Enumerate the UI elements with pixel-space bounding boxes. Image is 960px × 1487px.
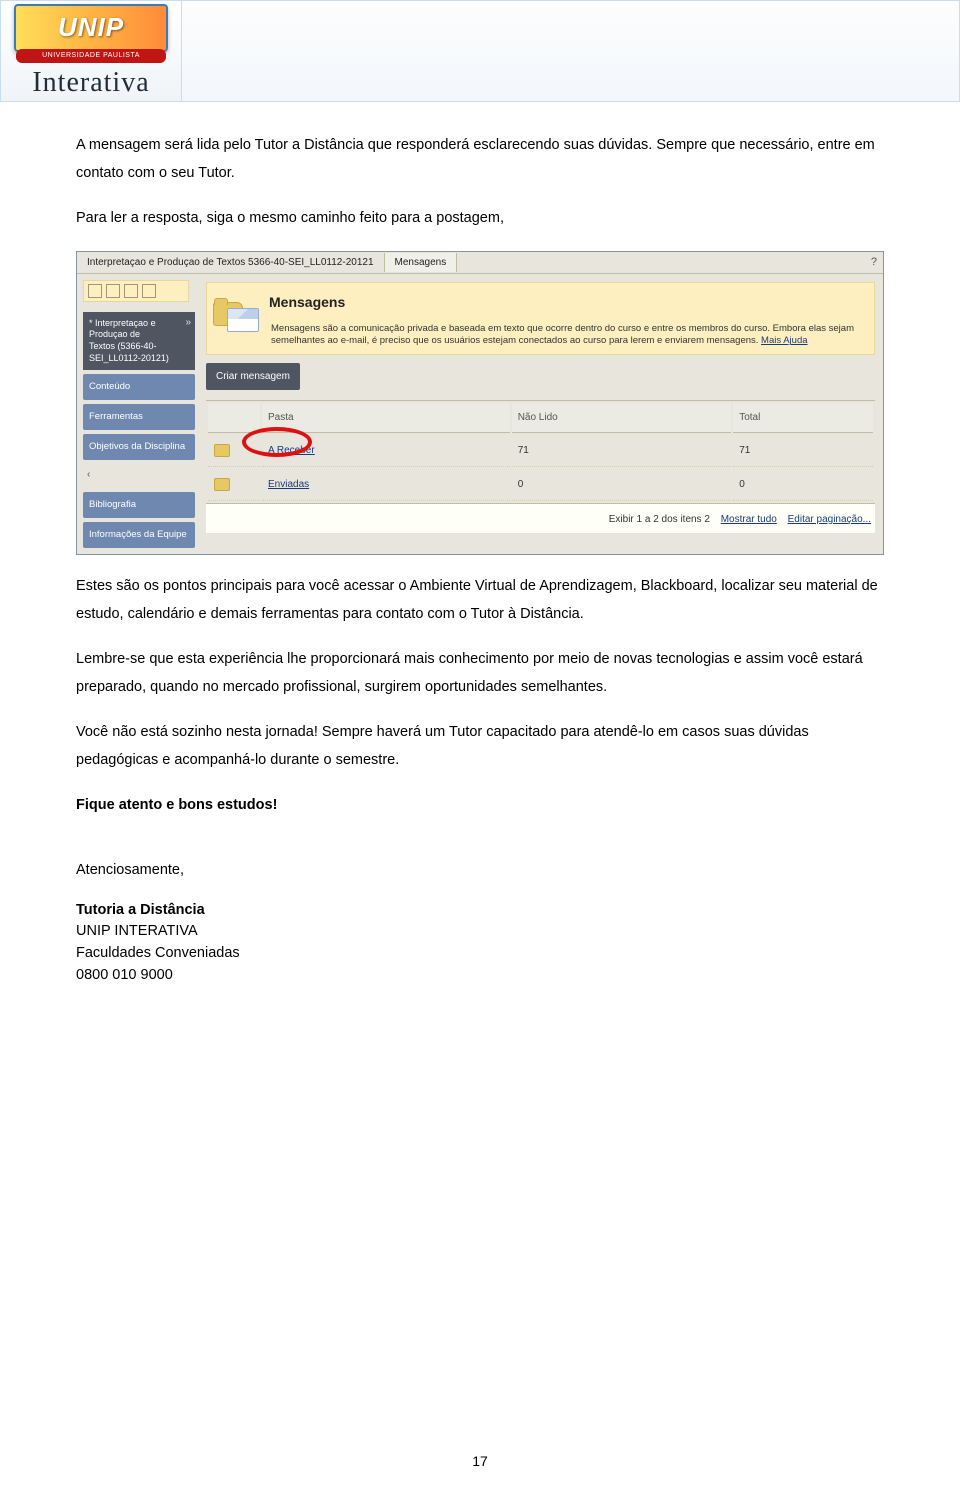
sidebar-icon-row[interactable]	[83, 280, 189, 302]
logo-plate: UNIP	[14, 4, 168, 52]
show-all-link[interactable]: Mostrar tudo	[721, 514, 777, 525]
logo-box: UNIP UNIVERSIDADE PAULISTA Interativa	[1, 1, 182, 101]
folder-icon	[214, 478, 230, 491]
signoff: Fique atento e bons estudos!	[76, 792, 884, 820]
sidebar-mini-icon	[88, 284, 102, 298]
sidebar-item-ferramentas[interactable]: Ferramentas	[83, 404, 195, 430]
body-paragraph-3: Estes são os pontos principais para você…	[76, 573, 884, 628]
table-row: Enviadas 0 0	[208, 469, 873, 501]
messages-header: Mensagens Mensagens são a comunicação pr…	[206, 282, 875, 355]
edit-pagination-link[interactable]: Editar paginação...	[788, 514, 871, 525]
sidebar-item-equipe[interactable]: Informações da Equipe	[83, 522, 195, 548]
breadcrumb-current: Mensagens	[385, 253, 458, 272]
signature-phone: 0800 010 9000	[76, 965, 884, 987]
intro-paragraph-2: Para ler a resposta, siga o mesmo caminh…	[76, 205, 884, 233]
sidebar-mini-icon	[142, 284, 156, 298]
breadcrumb-course[interactable]: Interpretaçao e Produçao de Textos 5366-…	[77, 253, 385, 272]
col-naolido[interactable]: Não Lido	[512, 403, 732, 433]
header-spacer	[182, 1, 959, 101]
signature-block: Atenciosamente, Tutoria a Distância UNIP…	[76, 860, 884, 987]
brand-name: Interativa	[32, 67, 149, 99]
table-header-row: Pasta Não Lido Total	[208, 403, 873, 433]
inbox-link[interactable]: A Receber	[268, 445, 315, 456]
create-message-button[interactable]: Criar mensagem	[206, 363, 300, 390]
more-help-link[interactable]: Mais Ajuda	[761, 335, 807, 346]
sidebar-item-conteudo[interactable]: Conteúdo	[83, 374, 195, 400]
signature-greeting: Atenciosamente,	[76, 860, 884, 882]
signature-faculties: Faculdades Conveniadas	[76, 943, 884, 965]
cell-total: 0	[733, 469, 873, 501]
page-number: 17	[0, 1453, 960, 1469]
logo-subtext: UNIVERSIDADE PAULISTA	[16, 49, 166, 63]
messages-panel: Mensagens Mensagens são a comunicação pr…	[198, 274, 883, 541]
messages-folder-icon	[213, 300, 259, 336]
pagination-status: Exibir 1 a 2 dos itens 2	[609, 514, 710, 525]
screenshot-panel: Interpretaçao e Produçao de Textos 5366-…	[76, 251, 884, 555]
body-paragraph-5: Você não está sozinho nesta jornada! Sem…	[76, 719, 884, 774]
sidebar-course-prefix: *	[89, 318, 93, 328]
messages-table: Pasta Não Lido Total A Receber 71 71	[206, 400, 875, 503]
document-header: UNIP UNIVERSIDADE PAULISTA Interativa	[0, 0, 960, 102]
sidebar-mini-icon	[106, 284, 120, 298]
intro-paragraph-1: A mensagem será lida pelo Tutor a Distân…	[76, 132, 884, 187]
sidebar-mini-icon	[124, 284, 138, 298]
col-total[interactable]: Total	[733, 403, 873, 433]
signature-institution: UNIP INTERATIVA	[76, 921, 884, 943]
breadcrumb-bar: Interpretaçao e Produçao de Textos 5366-…	[77, 252, 883, 274]
table-row: A Receber 71 71	[208, 435, 873, 467]
signature-team: Tutoria a Distância	[76, 900, 884, 922]
body-paragraph-4: Lembre-se que esta experiência lhe propo…	[76, 646, 884, 701]
messages-description: Mensagens são a comunicação privada e ba…	[269, 315, 868, 348]
help-icon[interactable]: ?	[871, 252, 877, 273]
sidebar: » * Interpretaçao e Produçao de Textos (…	[77, 274, 198, 555]
chevron-right-icon: »	[185, 316, 191, 329]
logo-text: UNIP	[58, 12, 124, 43]
folder-icon	[214, 444, 230, 457]
table-footer: Exibir 1 a 2 dos itens 2 Mostrar tudo Ed…	[206, 503, 875, 533]
sidebar-course-title[interactable]: » * Interpretaçao e Produçao de Textos (…	[83, 312, 195, 371]
sidebar-collapse-icon[interactable]: ‹	[87, 465, 90, 484]
sidebar-item-objetivos[interactable]: Objetivos da Disciplina	[83, 434, 195, 460]
cell-unread: 0	[512, 469, 732, 501]
cell-unread: 71	[512, 435, 732, 467]
col-pasta[interactable]: Pasta	[262, 403, 510, 433]
sidebar-item-bibliografia[interactable]: Bibliografia	[83, 492, 195, 518]
cell-total: 71	[733, 435, 873, 467]
sent-link[interactable]: Enviadas	[268, 479, 309, 490]
messages-title: Mensagens	[269, 289, 868, 316]
